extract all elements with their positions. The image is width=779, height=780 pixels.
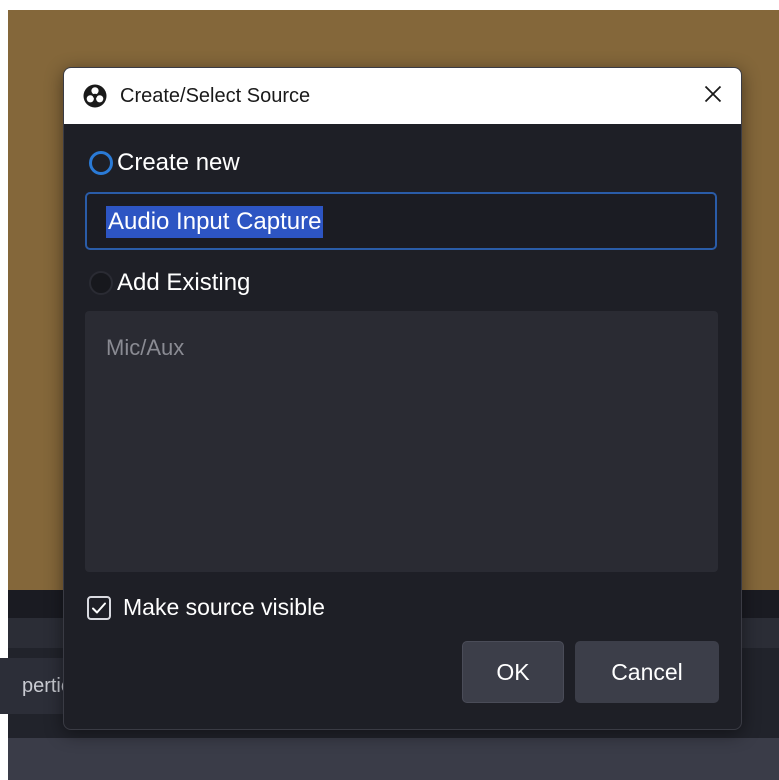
source-name-value: Audio Input Capture (106, 206, 324, 238)
dialog-titlebar: Create/Select Source (64, 68, 741, 124)
checkmark-icon (91, 594, 107, 621)
dialog-title: Create/Select Source (120, 85, 311, 107)
create-new-option[interactable]: Create new (89, 149, 240, 177)
create-new-radio[interactable] (89, 151, 113, 175)
add-existing-label: Add Existing (117, 269, 251, 296)
source-name-input[interactable]: Audio Input Capture (85, 192, 717, 250)
make-visible-label: Make source visible (123, 594, 325, 620)
existing-sources-list[interactable]: Mic/Aux (85, 311, 718, 572)
create-new-label: Create new (117, 149, 240, 176)
cancel-button[interactable]: Cancel (575, 641, 719, 703)
create-select-source-dialog: Create/Select Source Create new Audio In… (63, 67, 742, 730)
close-button[interactable] (685, 68, 741, 124)
add-existing-radio[interactable] (89, 271, 113, 295)
make-visible-option[interactable]: Make source visible (87, 594, 325, 621)
obs-logo-icon (83, 84, 107, 108)
list-item[interactable]: Mic/Aux (106, 335, 184, 361)
background-bottom-bar (8, 738, 779, 780)
make-visible-checkbox[interactable] (87, 594, 111, 621)
add-existing-option[interactable]: Add Existing (89, 269, 250, 297)
ok-button[interactable]: OK (462, 641, 564, 703)
close-icon (704, 85, 722, 108)
